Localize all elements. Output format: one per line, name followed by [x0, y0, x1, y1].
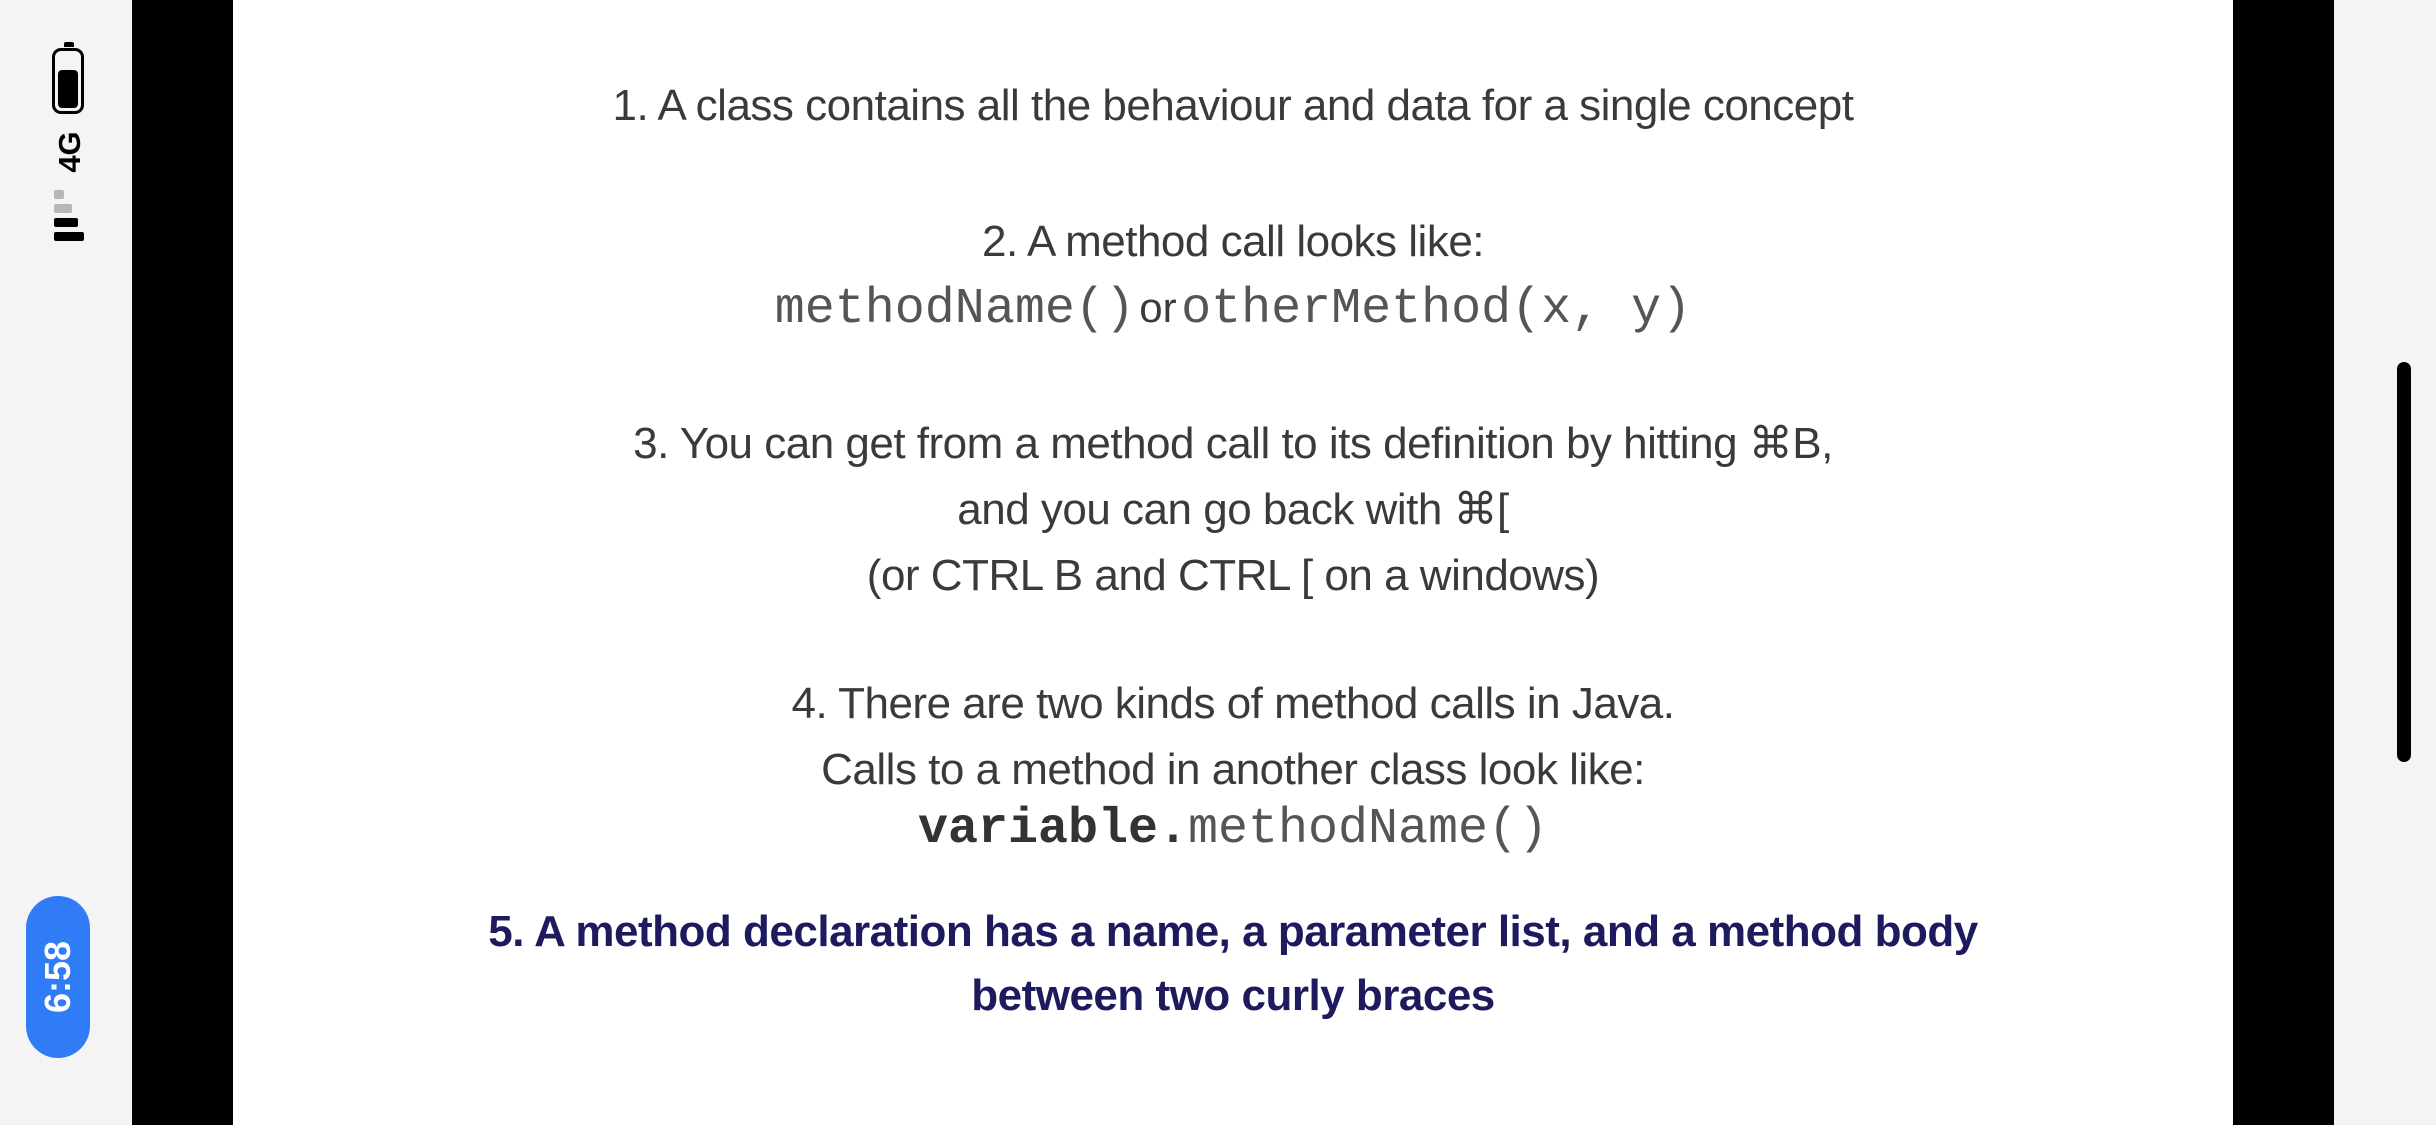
- code-variable: variable.: [917, 801, 1188, 858]
- screen-edge: [2334, 0, 2436, 1125]
- battery-icon: [52, 42, 84, 114]
- signal-strength-icon: [54, 190, 84, 246]
- status-bar: 4G 6:58: [0, 0, 132, 1125]
- code-method-name: methodName(): [1187, 801, 1549, 858]
- code-separator: or: [1139, 284, 1177, 331]
- slide-item-2-code: methodName() or otherMethod(x, y): [233, 276, 2233, 350]
- home-indicator[interactable]: [2397, 362, 2411, 762]
- battery-level: [58, 70, 78, 108]
- clock-time: 6:58: [37, 940, 78, 1014]
- slide-item-4-line2: Calls to a method in another class look …: [821, 745, 1645, 794]
- slide-item-5-line1: 5. A method declaration has a name, a pa…: [488, 907, 1978, 956]
- slide-item-3-line2: and you can go back with ⌘[: [957, 485, 1509, 534]
- slide-item-3-line3: (or CTRL B and CTRL [ on a windows): [866, 551, 1600, 600]
- presentation-slide: 1. A class contains all the behaviour an…: [233, 0, 2233, 1125]
- slide-item-4-line1: 4. There are two kinds of method calls i…: [791, 679, 1675, 728]
- video-letterbox-right: [2233, 0, 2334, 1125]
- slide-item-5-line2: between two curly braces: [971, 971, 1495, 1020]
- code-method-call: methodName(): [774, 281, 1135, 338]
- slide-item-4-code: variable.methodName(): [233, 798, 2233, 870]
- slide-item-3-line1: 3. You can get from a method call to its…: [633, 419, 1833, 468]
- video-letterbox-left: [132, 0, 233, 1125]
- slide-item-2-text: 2. A method call looks like:: [981, 217, 1485, 266]
- slide-item-1: 1. A class contains all the behaviour an…: [612, 81, 1854, 130]
- network-type: 4G: [52, 131, 87, 173]
- clock-pill[interactable]: 6:58: [26, 896, 90, 1058]
- code-method-call-args: otherMethod(x, y): [1181, 281, 1692, 338]
